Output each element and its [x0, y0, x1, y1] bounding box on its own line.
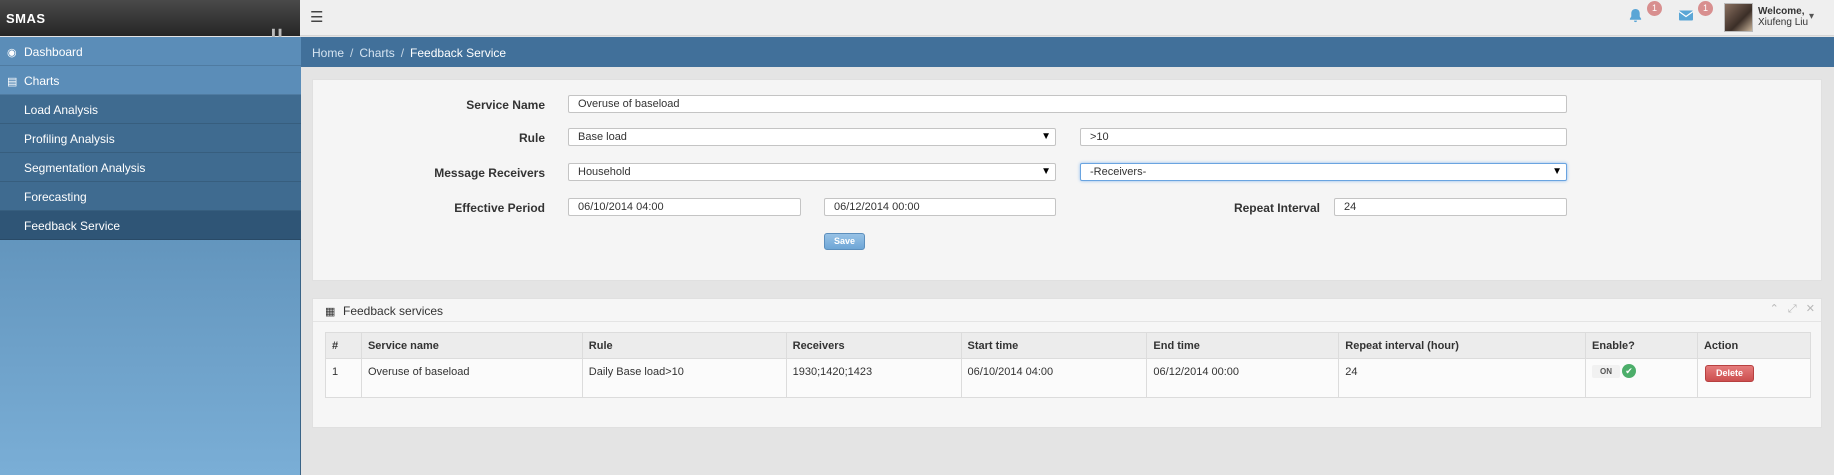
- brand-name: SMAS: [6, 11, 46, 26]
- column-header: Enable?: [1585, 332, 1698, 359]
- collapse-icon[interactable]: ⌃: [1770, 303, 1779, 315]
- cell-action: Delete: [1696, 358, 1812, 398]
- sidebar-item-label: Feedback Service: [24, 219, 121, 233]
- column-header[interactable]: Service name: [360, 332, 583, 359]
- receivers-select-value: -Receivers-: [1090, 166, 1147, 178]
- period-start-input[interactable]: 06/10/2014 04:00: [568, 198, 801, 216]
- envelope-icon[interactable]: [1678, 8, 1694, 27]
- panel-title: ▦ Feedback services: [325, 304, 443, 318]
- breadcrumb: Home / Charts / Feedback Service: [301, 37, 1834, 67]
- caret-down-icon: ▼: [1041, 131, 1051, 142]
- sidebar-item-charts[interactable]: ▤ Charts: [0, 66, 301, 95]
- caret-down-icon: ▼: [1041, 166, 1051, 177]
- avatar[interactable]: [1724, 3, 1753, 32]
- period-end-input[interactable]: 06/12/2014 00:00: [824, 198, 1056, 216]
- receivers-select[interactable]: -Receivers- ▼: [1080, 163, 1567, 181]
- user-menu[interactable]: Welcome, Xiufeng Liu: [1758, 6, 1808, 28]
- rule-value-input[interactable]: >10: [1080, 128, 1567, 146]
- sidebar: ◉ Dashboard ▤ Charts Load Analysis Profili…: [0, 37, 301, 475]
- table-header-row: # Service name Rule Receivers Start time…: [325, 332, 1812, 359]
- breadcrumb-current: Feedback Service: [410, 46, 507, 60]
- welcome-text: Welcome,: [1758, 6, 1805, 17]
- rule-select[interactable]: Base load ▼: [568, 128, 1056, 146]
- bar-chart-icon: ▤: [7, 76, 18, 88]
- sidebar-item-label: Profiling Analysis: [24, 132, 115, 146]
- bell-icon[interactable]: [1628, 8, 1643, 27]
- breadcrumb-separator: /: [400, 46, 405, 60]
- service-name-input[interactable]: Overuse of baseload: [568, 95, 1567, 113]
- table-icon: ▦: [325, 306, 336, 318]
- repeat-interval-label: Repeat Interval: [1233, 201, 1320, 215]
- sidebar-item-profiling-analysis[interactable]: Profiling Analysis: [0, 124, 301, 153]
- table-row: 1 Overuse of baseload Daily Base load>10…: [325, 358, 1812, 398]
- top-bar: SMAS ▌▌ ☰ 1 1 Welcome, Xiufeng Liu ▾: [0, 0, 1834, 38]
- receiver-type-select[interactable]: Household ▼: [568, 163, 1056, 181]
- cell-end-time: 06/12/2014 00:00: [1146, 358, 1340, 398]
- cell-service-name: Overuse of baseload: [360, 358, 583, 398]
- sidebar-item-label: Segmentation Analysis: [24, 161, 146, 175]
- cell-rule: Daily Base load>10: [581, 358, 787, 398]
- save-button[interactable]: Save: [824, 233, 865, 250]
- rule-select-value: Base load: [578, 131, 627, 143]
- sidebar-item-label: Charts: [24, 74, 60, 88]
- column-header[interactable]: Repeat interval (hour): [1338, 332, 1587, 359]
- receiver-type-value: Household: [578, 166, 631, 178]
- brand-logo[interactable]: SMAS ▌▌: [0, 0, 300, 38]
- breadcrumb-charts[interactable]: Charts: [359, 46, 394, 60]
- sidebar-item-dashboard[interactable]: ◉ Dashboard: [0, 37, 301, 66]
- feedback-services-table: # Service name Rule Receivers Start time…: [325, 332, 1812, 398]
- messages-badge: 1: [1698, 1, 1713, 16]
- cell-repeat-interval: 24: [1338, 358, 1587, 398]
- message-receivers-label: Message Receivers: [434, 166, 545, 180]
- expand-icon[interactable]: ⤢: [1788, 303, 1797, 315]
- check-icon: ✔: [1622, 364, 1637, 378]
- delete-button[interactable]: Delete: [1704, 365, 1754, 382]
- sidebar-item-feedback-service[interactable]: Feedback Service: [0, 211, 301, 240]
- effective-period-label: Effective Period: [454, 201, 545, 215]
- feedback-services-panel: ▦ Feedback services ⌃ ⤢ ✕ # Service name …: [312, 298, 1822, 428]
- service-name-label: Service Name: [466, 98, 545, 112]
- divider: [313, 321, 1821, 322]
- cell-start-time: 06/10/2014 04:00: [960, 358, 1148, 398]
- caret-down-icon: ▼: [1552, 166, 1562, 177]
- panel-title-text: Feedback services: [343, 304, 444, 318]
- column-header[interactable]: Receivers: [785, 332, 962, 359]
- panel-tools: ⌃ ⤢ ✕: [1764, 302, 1815, 316]
- sidebar-item-segmentation-analysis[interactable]: Segmentation Analysis: [0, 153, 301, 182]
- sidebar-item-label: Dashboard: [24, 45, 83, 59]
- notifications-badge: 1: [1647, 1, 1662, 16]
- user-name: Xiufeng Liu: [1758, 17, 1809, 28]
- feedback-service-form: Service Name Overuse of baseload Rule Ba…: [312, 79, 1822, 281]
- repeat-interval-input[interactable]: 24: [1334, 198, 1567, 216]
- dashboard-icon: ◉: [7, 47, 17, 59]
- sidebar-item-forecasting[interactable]: Forecasting: [0, 182, 301, 211]
- column-header[interactable]: Start time: [960, 332, 1148, 359]
- cell-number: 1: [325, 358, 362, 398]
- breadcrumb-home[interactable]: Home: [312, 46, 344, 60]
- enable-toggle[interactable]: ON: [1592, 364, 1621, 378]
- column-header: Action: [1696, 332, 1812, 359]
- column-header[interactable]: Rule: [581, 332, 787, 359]
- breadcrumb-separator: /: [350, 46, 354, 60]
- menu-toggle-icon[interactable]: ☰: [310, 8, 323, 26]
- column-header: #: [325, 332, 362, 359]
- column-header[interactable]: End time: [1146, 332, 1340, 359]
- sidebar-item-label: Load Analysis: [24, 103, 99, 117]
- rule-label: Rule: [518, 131, 545, 145]
- chevron-down-icon[interactable]: ▾: [1809, 11, 1814, 22]
- cell-receivers: 1930;1420;1423: [785, 358, 962, 398]
- close-icon[interactable]: ✕: [1806, 303, 1815, 315]
- sidebar-item-load-analysis[interactable]: Load Analysis: [0, 95, 301, 124]
- cell-enable: ON ✔: [1585, 358, 1698, 398]
- sidebar-item-label: Forecasting: [24, 190, 87, 204]
